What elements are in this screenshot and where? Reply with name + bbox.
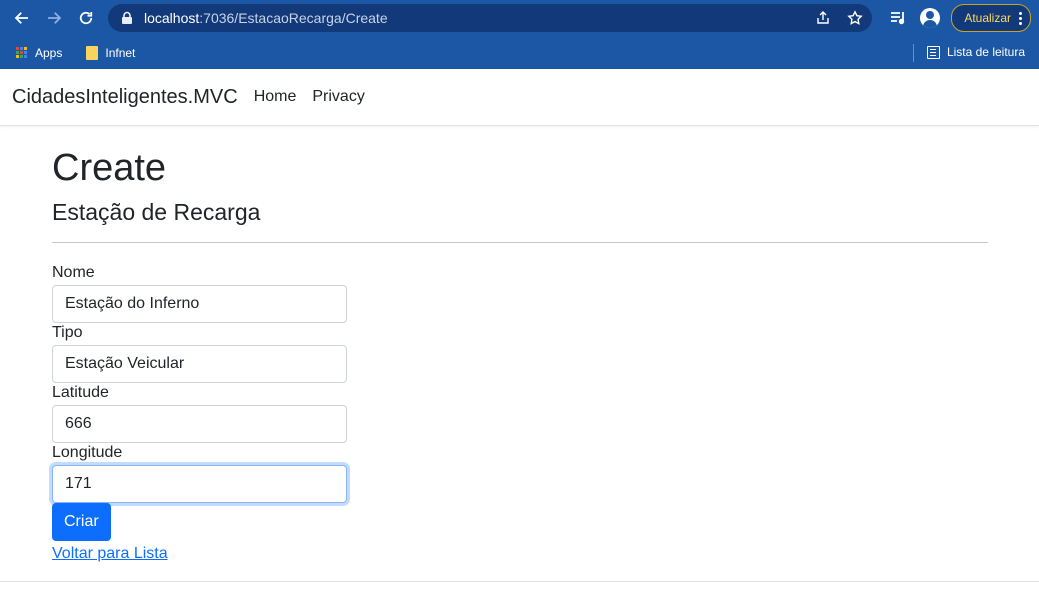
update-button-label: Atualizar — [964, 11, 1011, 25]
navbar-brand[interactable]: CidadesInteligentes.MVC — [12, 86, 238, 109]
browser-chrome: localhost:7036/EstacaoRecarga/Create Atu… — [0, 0, 1039, 69]
bookmark-infnet[interactable]: Infnet — [86, 45, 136, 60]
field-nome: Nome — [52, 263, 988, 323]
field-label-tipo: Tipo — [52, 324, 83, 341]
reload-icon[interactable] — [74, 6, 98, 30]
nome-input[interactable] — [52, 285, 347, 323]
site-navbar: CidadesInteligentes.MVC Home Privacy — [0, 69, 1039, 126]
field-label-longitude: Longitude — [52, 444, 123, 461]
field-longitude: Longitude — [52, 443, 988, 503]
reading-list-label: Lista de leitura — [946, 45, 1025, 59]
field-label-latitude: Latitude — [52, 384, 109, 401]
bookmarks-divider — [913, 44, 914, 62]
reading-list-icon — [926, 45, 940, 59]
media-queue-icon[interactable] — [887, 7, 909, 29]
folder-icon — [86, 45, 99, 60]
url-host: localhost — [144, 10, 200, 26]
bookmarks-bar: Apps Infnet Lista de leitura — [0, 36, 1039, 69]
update-button[interactable]: Atualizar — [951, 4, 1031, 32]
nav-link-home[interactable]: Home — [254, 88, 297, 106]
divider — [52, 242, 988, 243]
address-bar[interactable]: localhost:7036/EstacaoRecarga/Create — [108, 4, 872, 32]
page-title: Create — [52, 147, 167, 189]
latitude-input[interactable] — [52, 405, 347, 443]
bookmark-apps[interactable]: Apps — [16, 46, 62, 60]
bookmark-apps-label: Apps — [35, 45, 63, 60]
url-path: :7036/EstacaoRecarga/Create — [199, 10, 388, 26]
field-label-nome: Nome — [52, 264, 95, 281]
share-icon[interactable] — [814, 9, 832, 27]
reading-list[interactable]: Lista de leitura — [926, 45, 1025, 59]
back-to-list-link[interactable]: Voltar para Lista — [52, 545, 168, 563]
longitude-input[interactable] — [52, 465, 347, 503]
footer-divider — [0, 581, 1039, 582]
nav-link-privacy[interactable]: Privacy — [312, 88, 364, 106]
field-latitude: Latitude — [52, 383, 988, 443]
create-form: Nome Tipo Latitude Longitude Criar — [52, 263, 988, 541]
navbar-links: Home Privacy — [254, 88, 365, 106]
back-arrow-icon[interactable] — [10, 6, 34, 30]
criar-button[interactable]: Criar — [52, 503, 111, 541]
url-text: localhost:7036/EstacaoRecarga/Create — [144, 10, 388, 26]
kebab-menu-icon[interactable] — [1019, 11, 1022, 25]
profile-avatar-icon[interactable] — [919, 7, 941, 29]
main-content: Create Estação de Recarga Nome Tipo Lati… — [0, 146, 988, 563]
star-icon[interactable] — [846, 9, 864, 27]
page-subtitle: Estação de Recarga — [52, 199, 261, 225]
lock-icon — [120, 11, 134, 25]
tipo-input[interactable] — [52, 345, 347, 383]
browser-toolbar: localhost:7036/EstacaoRecarga/Create Atu… — [0, 0, 1039, 36]
bookmark-infnet-label: Infnet — [105, 45, 136, 60]
forward-arrow-icon[interactable] — [42, 6, 66, 30]
field-tipo: Tipo — [52, 323, 988, 383]
apps-grid-icon — [16, 46, 28, 59]
